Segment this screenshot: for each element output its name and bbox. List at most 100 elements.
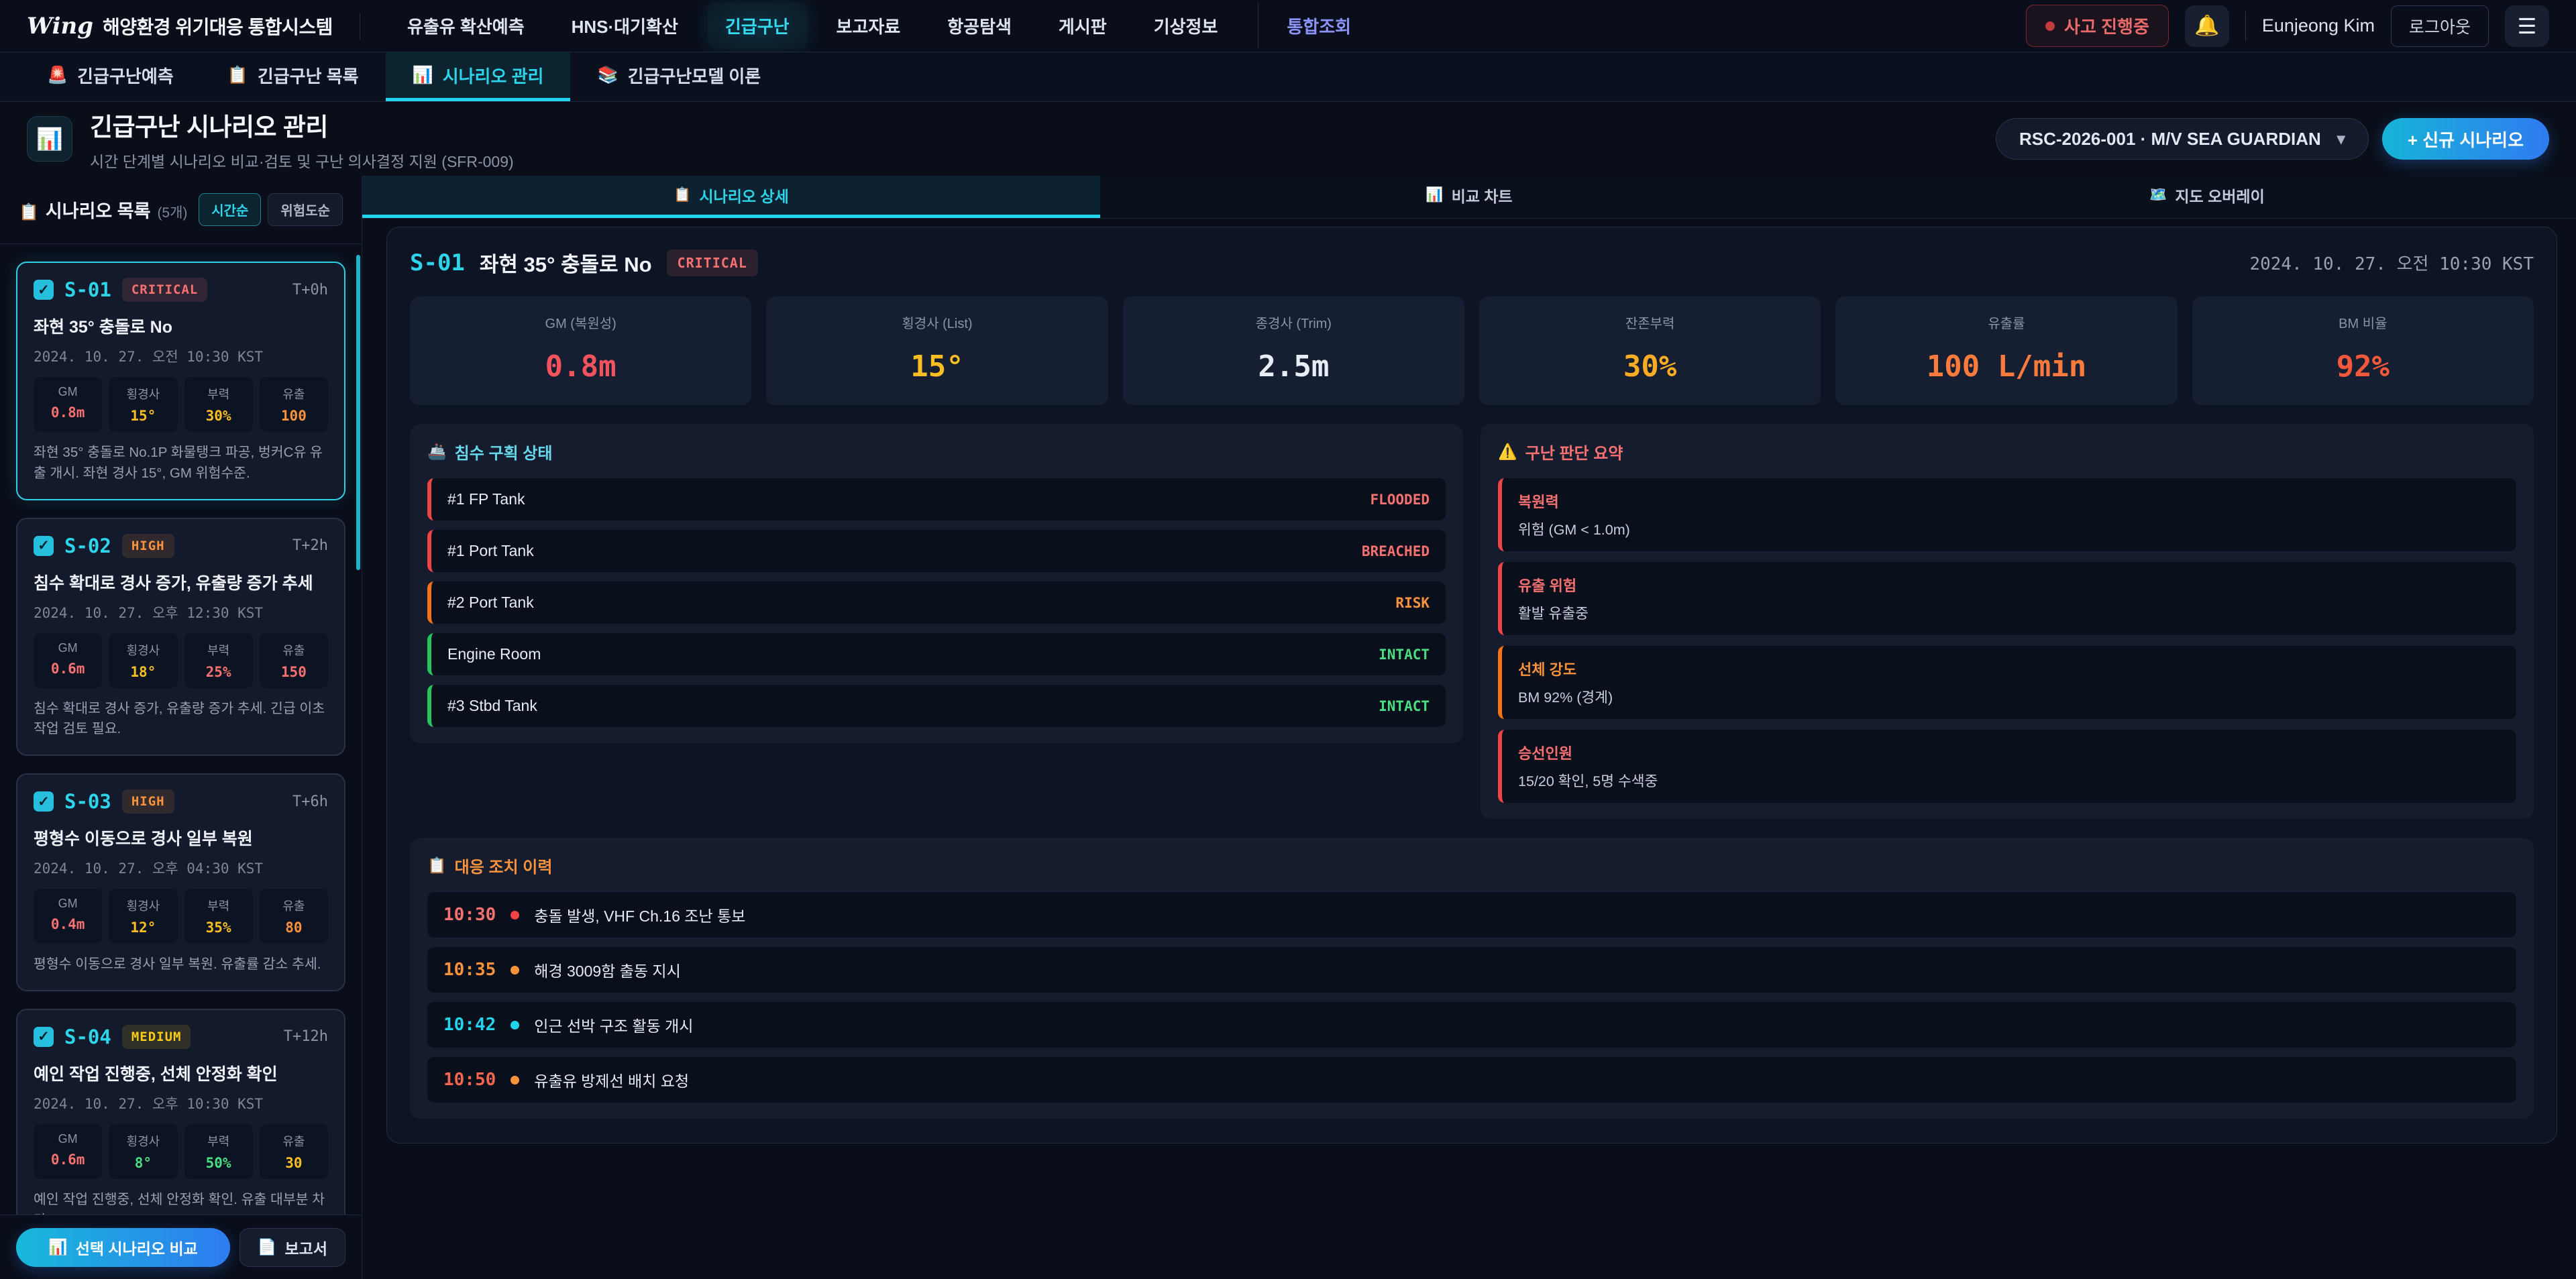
scenario-id: S-04 <box>64 1025 111 1048</box>
tab-scenario-detail[interactable]: 📋 시나리오 상세 <box>362 176 1100 218</box>
scenario-datetime: 2024. 10. 27. 오후 12:30 KST <box>34 602 328 622</box>
detail-scenario-title: 좌현 35° 충돌로 No <box>480 247 652 278</box>
nav-item-hns[interactable]: HNS·대기확산 <box>554 3 696 49</box>
nav-item-reports[interactable]: 보고자료 <box>819 3 918 49</box>
tab-rescue-list[interactable]: 📋 긴급구난 목록 <box>201 52 386 101</box>
timeline-text: 유출유 방제선 배치 요청 <box>534 1068 689 1091</box>
judgment-row: 선체 강도 BM 92% (경계) <box>1498 646 2516 719</box>
metric-tile-gm: GM (복원성) 0.8m <box>410 296 751 405</box>
nav-item-board[interactable]: 게시판 <box>1041 3 1124 49</box>
metric-value: 8° <box>113 1155 173 1171</box>
metric-value: 30% <box>189 408 249 424</box>
scenario-description: 예인 작업 진행중, 선체 안정화 확인. 유출 대부분 차단. <box>34 1190 328 1215</box>
scenario-checkbox[interactable]: ✓ <box>34 280 54 300</box>
tab-rescue-forecast[interactable]: 🚨 긴급구난예측 <box>20 52 201 101</box>
metric-spill: 유출100 <box>260 377 328 432</box>
metric-gm: GM0.6m <box>34 1124 102 1179</box>
scenario-sidebar: 📋 시나리오 목록 (5개) 시간순 위험도순 ✓ S-01 CRITICAL <box>0 176 362 1279</box>
scenario-detail-card: S-01 좌현 35° 충돌로 No CRITICAL 2024. 10. 27… <box>386 227 2557 1144</box>
logout-button[interactable]: 로그아웃 <box>2391 5 2489 47</box>
tank-name: Engine Room <box>447 645 541 663</box>
clipboard-icon: 📋 <box>19 203 39 222</box>
module-tab-bar: 🚨 긴급구난예측 📋 긴급구난 목록 📊 시나리오 관리 📚 긴급구난모델 이론 <box>0 52 2576 102</box>
timeline-text: 충돌 발생, VHF Ch.16 조난 통보 <box>534 903 745 926</box>
report-button[interactable]: 📄 보고서 <box>239 1228 345 1267</box>
scenario-metrics: GM0.4m 횡경사12° 부력35% 유출80 <box>34 889 328 944</box>
tank-row: #2 Port Tank RISK <box>427 581 1446 624</box>
metric-label: 횡경사 <box>113 1132 173 1150</box>
severity-badge: MEDIUM <box>122 1025 191 1049</box>
nav-item-weather[interactable]: 기상정보 <box>1136 3 1236 49</box>
metric-buoyancy: 부력30% <box>184 377 253 432</box>
judgment-value: 15/20 확인, 5명 수색중 <box>1518 770 2500 791</box>
nav-item-emergency-rescue[interactable]: 긴급구난 <box>708 3 807 49</box>
severity-badge: CRITICAL <box>122 278 208 302</box>
metric-tile-trim: 종경사 (Trim) 2.5m <box>1123 296 1464 405</box>
metric-spill: 유출80 <box>260 889 328 944</box>
scrollbar-thumb[interactable] <box>356 255 360 570</box>
incident-status-badge: 사고 진행중 <box>2026 5 2169 47</box>
notifications-button[interactable]: 🔔 <box>2185 5 2229 47</box>
tab-map-overlay[interactable]: 🗺️ 지도 오버레이 <box>1838 176 2576 218</box>
metric-label: GM <box>38 1132 98 1146</box>
sort-by-risk-button[interactable]: 위험도순 <box>268 193 343 226</box>
metric-value: 30 <box>264 1155 324 1171</box>
clipboard-icon: 📋 <box>674 187 691 203</box>
timeline-time: 10:35 <box>443 960 496 980</box>
nav-item-aerial-search[interactable]: 항공탐색 <box>930 3 1029 49</box>
case-select-dropdown[interactable]: RSC-2026-001 · M/V SEA GUARDIAN ▾ <box>1996 118 2369 160</box>
scenario-id: S-02 <box>64 535 111 557</box>
severity-badge: HIGH <box>122 534 174 558</box>
scenario-card-s01[interactable]: ✓ S-01 CRITICAL T+0h 좌현 35° 충돌로 No 2024.… <box>16 262 345 500</box>
scenario-metrics: GM0.6m 횡경사8° 부력50% 유출30 <box>34 1124 328 1179</box>
judgment-value: 활발 유출중 <box>1518 602 2500 623</box>
nav-item-spill-forecast[interactable]: 유출유 확산예측 <box>390 3 542 49</box>
metric-value: 18° <box>113 664 173 680</box>
metric-spill: 유출30 <box>260 1124 328 1179</box>
tab-comparison-chart[interactable]: 📊 비교 차트 <box>1100 176 1838 218</box>
detail-metrics-grid: GM (복원성) 0.8m 횡경사 (List) 15° 종경사 (Trim) … <box>410 296 2534 405</box>
metric-value: 150 <box>264 664 324 680</box>
flooding-compartment-panel: 🚢 침수 구획 상태 #1 FP Tank FLOODED #1 Port Ta… <box>410 424 1463 743</box>
page-header: 📊 긴급구난 시나리오 관리 시간 단계별 시나리오 비교·검토 및 구난 의사… <box>0 102 2576 176</box>
metric-gm: GM0.8m <box>34 377 102 432</box>
metric-value: 100 <box>264 408 324 424</box>
judgment-row: 복원력 위험 (GM < 1.0m) <box>1498 478 2516 551</box>
sort-by-time-button[interactable]: 시간순 <box>199 193 261 226</box>
judgment-value: BM 92% (경계) <box>1518 686 2500 707</box>
scenario-card-s04[interactable]: ✓ S-04 MEDIUM T+12h 예인 작업 진행중, 선체 안정화 확인… <box>16 1009 345 1215</box>
tab-rescue-model-theory[interactable]: 📚 긴급구난모델 이론 <box>570 52 788 101</box>
scenario-title: 좌현 35° 충돌로 No <box>34 314 328 338</box>
hamburger-menu-button[interactable]: ☰ <box>2505 5 2549 47</box>
nav-item-integrated-search[interactable]: 통합조회 <box>1258 3 1368 49</box>
scenario-checkbox[interactable]: ✓ <box>34 536 54 556</box>
user-name: Eunjeong Kim <box>2262 15 2375 36</box>
rescue-judgment-panel: ⚠️ 구난 판단 요약 복원력 위험 (GM < 1.0m) 유출 위험 활발 … <box>1481 424 2534 819</box>
scenario-card-s03[interactable]: ✓ S-03 HIGH T+6h 평형수 이동으로 경사 일부 복원 2024.… <box>16 773 345 991</box>
metric-list: 횡경사12° <box>109 889 177 944</box>
panel-title: 침수 구획 상태 <box>455 440 553 463</box>
page-header-actions: RSC-2026-001 · M/V SEA GUARDIAN ▾ + 신규 시… <box>1996 118 2549 160</box>
tank-row: #1 FP Tank FLOODED <box>427 478 1446 520</box>
scenario-id: S-03 <box>64 790 111 813</box>
tab-scenario-management[interactable]: 📊 시나리오 관리 <box>386 52 571 101</box>
scenario-card-s02[interactable]: ✓ S-02 HIGH T+2h 침수 확대로 경사 증가, 유출량 증가 추세… <box>16 518 345 757</box>
time-offset-label: T+12h <box>284 1028 328 1045</box>
metric-label: GM <box>38 385 98 399</box>
new-scenario-button[interactable]: + 신규 시나리오 <box>2382 118 2549 160</box>
timeline-row: 10:42 인근 선박 구조 활동 개시 <box>427 1002 2516 1048</box>
timeline-text: 해경 3009함 출동 지시 <box>534 958 680 981</box>
metric-value: 30% <box>1487 349 1813 384</box>
judgment-row: 유출 위험 활발 유출중 <box>1498 562 2516 635</box>
metric-label: 횡경사 (List) <box>774 313 1099 332</box>
metric-label: 유출률 <box>1843 313 2169 332</box>
compare-scenarios-button[interactable]: 📊 선택 시나리오 비교 <box>16 1228 230 1267</box>
scenario-checkbox[interactable]: ✓ <box>34 791 54 812</box>
metric-list: 횡경사15° <box>109 377 177 432</box>
app-logo[interactable]: Wing 해양환경 위기대응 통합시스템 <box>27 13 360 40</box>
sidebar-footer: 📊 선택 시나리오 비교 📄 보고서 <box>0 1215 362 1279</box>
scenario-checkbox[interactable]: ✓ <box>34 1027 54 1047</box>
judgment-rows: 복원력 위험 (GM < 1.0m) 유출 위험 활발 유출중 선체 강도 BM… <box>1498 478 2516 803</box>
timeline-text: 인근 선박 구조 활동 개시 <box>534 1013 693 1036</box>
page-title: 긴급구난 시나리오 관리 <box>90 107 514 143</box>
